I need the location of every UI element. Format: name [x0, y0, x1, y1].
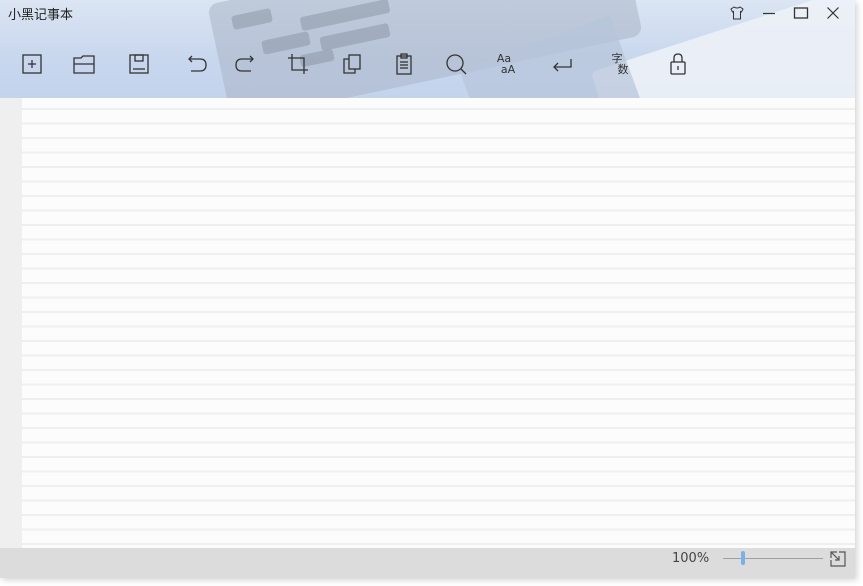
fullscreen-icon [830, 551, 846, 567]
crop-icon [288, 54, 308, 74]
save-button[interactable] [123, 48, 155, 80]
undo-icon [188, 55, 207, 72]
paste-button[interactable] [388, 48, 420, 80]
close-button[interactable] [817, 2, 849, 24]
skin-icon [730, 6, 744, 20]
zoom-slider-track [723, 558, 823, 559]
open-folder-icon [73, 55, 95, 74]
text-editor[interactable] [22, 98, 855, 548]
minimize-button[interactable] [753, 2, 785, 24]
search-icon [446, 54, 467, 75]
redo-icon [235, 55, 254, 72]
copy-icon [343, 54, 361, 74]
fullscreen-button[interactable] [828, 549, 848, 569]
skin-button[interactable] [721, 2, 753, 24]
window-controls [721, 2, 849, 24]
new-file-button[interactable] [16, 48, 48, 80]
editor-area [0, 98, 855, 548]
background-key-decoration [230, 7, 274, 31]
zoom-level-label: 100% [672, 551, 710, 566]
new-file-icon [22, 54, 42, 74]
crop-button[interactable] [282, 48, 314, 80]
save-icon [129, 54, 149, 74]
editor-gutter [0, 98, 22, 548]
zoom-slider[interactable] [723, 548, 823, 570]
replace-button[interactable]: Aa aA [488, 48, 520, 80]
maximize-icon [793, 7, 809, 19]
word-wrap-button[interactable] [546, 48, 578, 80]
status-bar: 100% [0, 548, 855, 578]
undo-button[interactable] [180, 48, 212, 80]
maximize-button[interactable] [785, 2, 817, 24]
paste-icon [396, 53, 412, 75]
word-count-label-bottom: 数 [617, 63, 629, 76]
background-key-decoration [299, 0, 391, 32]
lock-button[interactable] [662, 48, 694, 80]
replace-label-bottom: aA [500, 63, 516, 76]
notepad-window: 小黑记事本 Aa aA 字 数 100% [0, 0, 855, 578]
minimize-icon [763, 12, 775, 15]
word-wrap-icon [553, 59, 572, 72]
zoom-slider-thumb[interactable] [741, 551, 745, 565]
app-title: 小黑记事本 [8, 8, 74, 23]
search-button[interactable] [440, 48, 472, 80]
copy-button[interactable] [336, 48, 368, 80]
word-count-button[interactable]: 字 数 [604, 48, 636, 80]
close-icon [827, 7, 839, 19]
toolbar: Aa aA 字 数 [0, 44, 740, 84]
lock-icon [670, 53, 686, 75]
redo-button[interactable] [230, 48, 262, 80]
header: 小黑记事本 Aa aA 字 数 [0, 0, 855, 98]
open-folder-button[interactable] [68, 48, 100, 80]
